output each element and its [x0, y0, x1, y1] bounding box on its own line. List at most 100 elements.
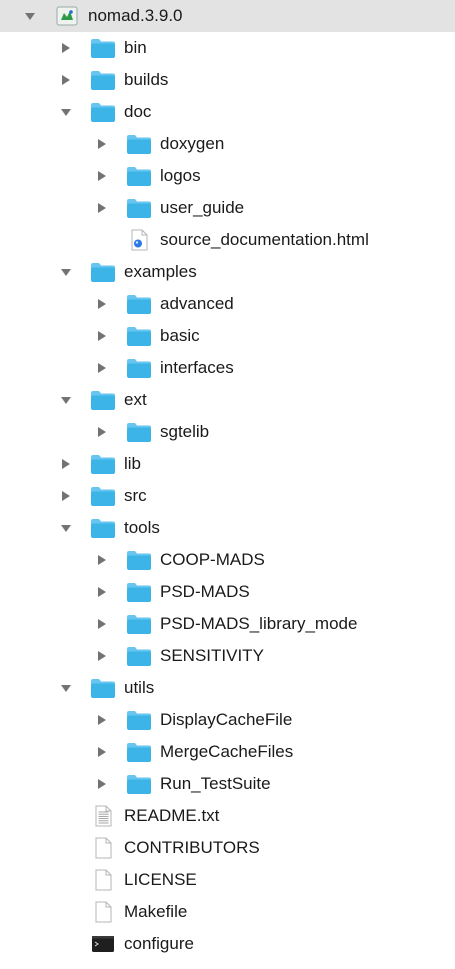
disclosure-expanded-icon[interactable]: [60, 522, 72, 534]
tree-row-sgtelib[interactable]: sgtelib: [0, 416, 455, 448]
folder-icon: [126, 773, 152, 795]
folder-icon: [90, 37, 116, 59]
tree-row-psd-mads-library-mode[interactable]: PSD-MADS_library_mode: [0, 608, 455, 640]
disclosure-collapsed-icon[interactable]: [96, 554, 108, 566]
tree-row-makefile[interactable]: Makefile: [0, 896, 455, 928]
folder-icon: [126, 357, 152, 379]
tree-row-examples[interactable]: examples: [0, 256, 455, 288]
tree-item-label: DisplayCacheFile: [160, 710, 293, 729]
tree-item-label: SENSITIVITY: [160, 646, 264, 665]
blank-file-icon: [90, 901, 116, 923]
tree-row-psd-mads[interactable]: PSD-MADS: [0, 576, 455, 608]
tree-item-label: advanced: [160, 294, 234, 313]
disclosure-collapsed-icon[interactable]: [60, 458, 72, 470]
tree-row-tools[interactable]: tools: [0, 512, 455, 544]
tree-row-readme-txt[interactable]: README.txt: [0, 800, 455, 832]
disclosure-collapsed-icon[interactable]: [60, 42, 72, 54]
tree-row-interfaces[interactable]: interfaces: [0, 352, 455, 384]
disclosure-collapsed-icon[interactable]: [96, 618, 108, 630]
tree-row-source-documentation-html[interactable]: source_documentation.html: [0, 224, 455, 256]
tree-row-src[interactable]: src: [0, 480, 455, 512]
tree-row-logos[interactable]: logos: [0, 160, 455, 192]
tree-row-coop-mads[interactable]: COOP-MADS: [0, 544, 455, 576]
tree-item-label: COOP-MADS: [160, 550, 265, 569]
disclosure-collapsed-icon[interactable]: [96, 330, 108, 342]
tree-item-label: MergeCacheFiles: [160, 742, 294, 761]
folder-icon: [126, 709, 152, 731]
tree-item-label: README.txt: [124, 806, 220, 825]
tree-row-mergecachefiles[interactable]: MergeCacheFiles: [0, 736, 455, 768]
tree-row-contributors[interactable]: CONTRIBUTORS: [0, 832, 455, 864]
tree-item-label: Run_TestSuite: [160, 774, 271, 793]
disclosure-collapsed-icon[interactable]: [60, 74, 72, 86]
folder-icon: [90, 517, 116, 539]
tree-row-builds[interactable]: builds: [0, 64, 455, 96]
disclosure-expanded-icon[interactable]: [60, 394, 72, 406]
folder-icon: [126, 197, 152, 219]
disclosure-expanded-icon[interactable]: [60, 682, 72, 694]
tree-row-run-testsuite[interactable]: Run_TestSuite: [0, 768, 455, 800]
tree-item-label: PSD-MADS: [160, 582, 250, 601]
tree-row-advanced[interactable]: advanced: [0, 288, 455, 320]
tree-row-bin[interactable]: bin: [0, 32, 455, 64]
tree-item-label: source_documentation.html: [160, 230, 369, 249]
folder-icon: [90, 101, 116, 123]
disclosure-collapsed-icon[interactable]: [96, 138, 108, 150]
tree-row-displaycachefile[interactable]: DisplayCacheFile: [0, 704, 455, 736]
disclosure-collapsed-icon[interactable]: [96, 650, 108, 662]
file-tree: nomad.3.9.0 bin builds doc doxygen logos user_…: [0, 0, 455, 969]
tree-item-label: basic: [160, 326, 200, 345]
folder-icon: [126, 165, 152, 187]
disclosure-collapsed-icon[interactable]: [60, 490, 72, 502]
html-file-icon: [126, 229, 152, 251]
tree-row-utils[interactable]: utils: [0, 672, 455, 704]
tree-item-label: Makefile: [124, 902, 188, 921]
tree-row-basic[interactable]: basic: [0, 320, 455, 352]
tree-item-label: user_guide: [160, 198, 245, 217]
tree-item-label: logos: [160, 166, 201, 185]
tree-item-label: bin: [124, 38, 147, 57]
tree-item-label: utils: [124, 678, 155, 697]
disclosure-collapsed-icon[interactable]: [96, 746, 108, 758]
tree-item-label: CONTRIBUTORS: [124, 838, 260, 857]
disclosure-expanded-icon[interactable]: [24, 10, 36, 22]
disclosure-expanded-icon[interactable]: [60, 106, 72, 118]
tree-row-doc[interactable]: doc: [0, 96, 455, 128]
disclosure-collapsed-icon[interactable]: [96, 426, 108, 438]
disclosure-collapsed-icon[interactable]: [96, 778, 108, 790]
disclosure-collapsed-icon[interactable]: [96, 362, 108, 374]
tree-row-lib[interactable]: lib: [0, 448, 455, 480]
folder-icon: [126, 325, 152, 347]
tree-item-label: PSD-MADS_library_mode: [160, 614, 358, 633]
app-icon: [54, 5, 80, 27]
disclosure-collapsed-icon[interactable]: [96, 170, 108, 182]
tree-row-ext[interactable]: ext: [0, 384, 455, 416]
tree-row-nomad-3-9-0[interactable]: nomad.3.9.0: [0, 0, 455, 32]
folder-icon: [126, 613, 152, 635]
tree-item-label: sgtelib: [160, 422, 210, 441]
tree-item-label: lib: [124, 454, 142, 473]
folder-icon: [90, 485, 116, 507]
disclosure-collapsed-icon[interactable]: [96, 202, 108, 214]
disclosure-collapsed-icon[interactable]: [96, 298, 108, 310]
tree-row-doxygen[interactable]: doxygen: [0, 128, 455, 160]
folder-icon: [126, 581, 152, 603]
disclosure-collapsed-icon[interactable]: [96, 586, 108, 598]
tree-row-license[interactable]: LICENSE: [0, 864, 455, 896]
tree-item-label: LICENSE: [124, 870, 197, 889]
tree-row-user-guide[interactable]: user_guide: [0, 192, 455, 224]
terminal-icon: [90, 933, 116, 955]
folder-icon: [90, 677, 116, 699]
folder-icon: [126, 549, 152, 571]
tree-item-label: ext: [124, 390, 147, 409]
disclosure-collapsed-icon[interactable]: [96, 714, 108, 726]
tree-item-label: nomad.3.9.0: [88, 6, 183, 25]
tree-row-sensitivity[interactable]: SENSITIVITY: [0, 640, 455, 672]
tree-row-configure[interactable]: configure: [0, 928, 455, 960]
disclosure-expanded-icon[interactable]: [60, 266, 72, 278]
tree-item-label: examples: [124, 262, 197, 281]
folder-icon: [126, 741, 152, 763]
blank-file-icon: [90, 837, 116, 859]
tree-item-label: interfaces: [160, 358, 234, 377]
folder-icon: [126, 133, 152, 155]
